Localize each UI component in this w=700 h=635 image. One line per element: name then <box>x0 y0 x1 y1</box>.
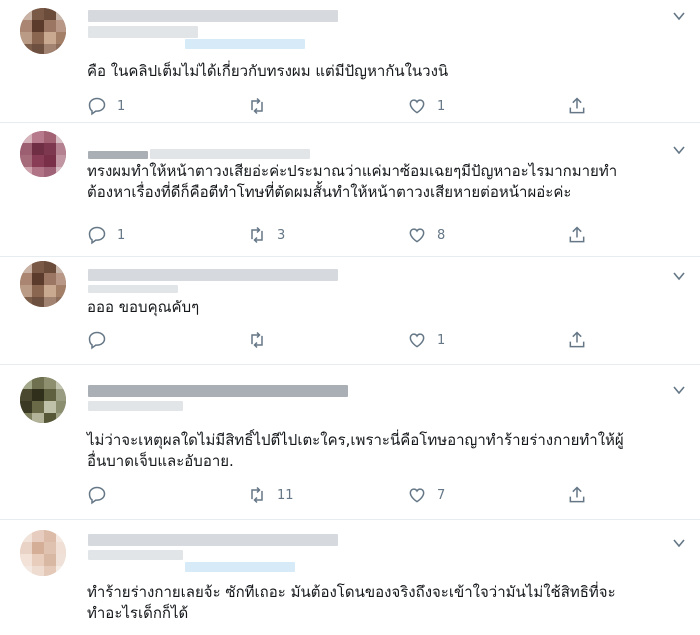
like-button[interactable]: 1 <box>407 95 445 117</box>
tweet-actions: 1 <box>87 329 597 351</box>
heart-icon <box>409 333 425 348</box>
retweet-icon <box>251 331 263 349</box>
reply-icon <box>88 97 106 116</box>
heart-icon <box>409 488 425 503</box>
reply-count: 1 <box>117 227 126 243</box>
tweet-text: อออ ขอบคุณคับๆ <box>87 297 199 318</box>
like-count: 7 <box>437 487 446 503</box>
blurred-display-name <box>88 151 148 159</box>
avatar[interactable] <box>20 377 66 423</box>
blurred-display-name <box>88 269 338 281</box>
heart-icon <box>409 99 425 114</box>
reply-tweet[interactable]: ทำร้ายร่างกายเลยจ้ะ ซักทีเถอะ มันต้องโดน… <box>0 520 700 635</box>
share-button[interactable] <box>567 224 587 246</box>
tweet-text-line: ไม่ว่าจะเหตุผลใดไม่มีสิทธิ์ไปตีไปเตะใคร,… <box>87 431 624 449</box>
tweet-text-line: อื่นบาดเจ็บและอับอาย. <box>87 452 234 470</box>
reply-button[interactable] <box>87 329 117 351</box>
tweet-text-line: ทรงผมทำให้หน้าตาวงเสียอ่ะค่ะประมาณว่าแค่… <box>87 162 618 180</box>
retweet-button[interactable]: 3 <box>247 224 285 246</box>
reply-icon <box>88 226 106 245</box>
tweet-actions: 11 7 <box>87 484 597 506</box>
reply-tweet[interactable]: คือ ในคลิปเต็มไม่ได้เกี่ยวกับทรงผม แต่มี… <box>0 0 700 123</box>
tweet-text-line: คือ ในคลิปเต็มไม่ได้เกี่ยวกับทรงผม แต่มี… <box>87 62 449 80</box>
avatar[interactable] <box>20 8 66 54</box>
share-button[interactable] <box>567 484 587 506</box>
chevron-down-icon[interactable] <box>672 536 686 550</box>
reply-tweet[interactable]: อออ ขอบคุณคับๆ 1 <box>0 257 700 365</box>
reply-tweet[interactable]: ไม่ว่าจะเหตุผลใดไม่มีสิทธิ์ไปตีไปเตะใคร,… <box>0 365 700 520</box>
retweet-icon <box>251 486 263 504</box>
reply-icon <box>88 331 106 350</box>
tweet-text-line: อออ ขอบคุณคับๆ <box>87 298 200 316</box>
like-count: 1 <box>437 98 446 114</box>
retweet-count: 11 <box>277 487 294 503</box>
like-count: 8 <box>437 227 446 243</box>
retweet-icon <box>251 97 263 115</box>
blurred-username <box>88 550 183 560</box>
tweet-text: คือ ในคลิปเต็มไม่ได้เกี่ยวกับทรงผม แต่มี… <box>87 61 448 82</box>
reply-icon <box>88 486 106 505</box>
reply-count: 1 <box>117 98 126 114</box>
blurred-username <box>88 285 178 293</box>
heart-icon <box>409 228 425 243</box>
blurred-display-name <box>88 10 338 22</box>
avatar[interactable] <box>20 530 66 576</box>
like-button[interactable]: 7 <box>407 484 445 506</box>
reply-tweet[interactable]: ทรงผมทำให้หน้าตาวงเสียอ่ะค่ะประมาณว่าแค่… <box>0 123 700 257</box>
tweet-text: ทำร้ายร่างกายเลยจ้ะ ซักทีเถอะ มันต้องโดน… <box>87 582 616 624</box>
chevron-down-icon[interactable] <box>672 143 686 157</box>
like-button[interactable]: 8 <box>407 224 445 246</box>
chevron-down-icon[interactable] <box>672 383 686 397</box>
blurred-display-name <box>88 385 348 397</box>
retweet-button[interactable] <box>247 329 277 351</box>
blurred-reply-mention <box>185 39 305 49</box>
tweet-text-line: ทำร้ายร่างกายเลยจ้ะ ซักทีเถอะ มันต้องโดน… <box>87 583 616 601</box>
blurred-username <box>88 26 198 38</box>
tweet-text-line: ทำอะไรเด็กก็ได้ <box>87 604 189 622</box>
blurred-display-name <box>88 534 338 546</box>
share-button[interactable] <box>567 95 587 117</box>
tweet-text: ไม่ว่าจะเหตุผลใดไม่มีสิทธิ์ไปตีไปเตะใคร,… <box>87 430 624 472</box>
blurred-reply-mention <box>185 562 295 572</box>
share-icon <box>569 97 585 114</box>
retweet-count: 3 <box>277 227 286 243</box>
retweet-button[interactable]: 11 <box>247 484 294 506</box>
reply-button[interactable]: 1 <box>87 95 125 117</box>
blurred-username <box>88 401 183 411</box>
retweet-button[interactable] <box>247 95 277 117</box>
blurred-username <box>150 149 310 159</box>
tweet-actions: 1 3 8 <box>87 224 597 246</box>
retweet-icon <box>251 226 263 244</box>
tweet-actions: 1 1 <box>87 95 597 117</box>
avatar[interactable] <box>20 131 66 177</box>
share-button[interactable] <box>567 329 587 351</box>
tweet-text: ทรงผมทำให้หน้าตาวงเสียอ่ะค่ะประมาณว่าแค่… <box>87 161 617 203</box>
avatar[interactable] <box>20 261 66 307</box>
like-count: 1 <box>437 332 446 348</box>
share-icon <box>569 226 585 243</box>
chevron-down-icon[interactable] <box>672 269 686 283</box>
share-icon <box>569 331 585 348</box>
reply-button[interactable]: 1 <box>87 224 125 246</box>
like-button[interactable]: 1 <box>407 329 445 351</box>
chevron-down-icon[interactable] <box>672 9 686 23</box>
reply-thread: คือ ในคลิปเต็มไม่ได้เกี่ยวกับทรงผม แต่มี… <box>0 0 700 635</box>
share-icon <box>569 486 585 503</box>
tweet-text-line: ต้องหาเรื่องที่ดีก็คือตีทำโทษที่ตัดผมสั้… <box>87 183 572 201</box>
reply-button[interactable] <box>87 484 117 506</box>
